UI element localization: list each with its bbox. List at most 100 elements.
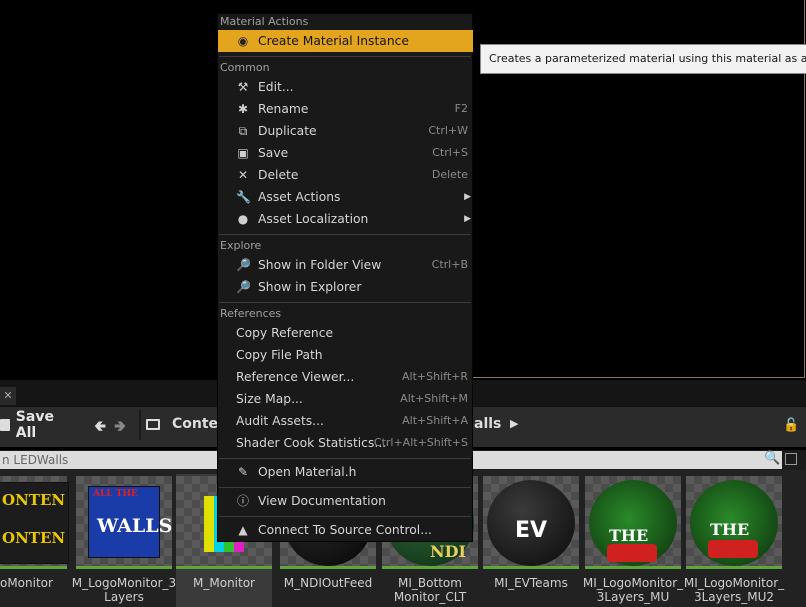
- asset-thumbnail: THE: [686, 476, 782, 566]
- menu-separator: [219, 458, 471, 459]
- shortcut-label: Ctrl+W: [428, 124, 468, 137]
- menu-item-show-in-explorer[interactable]: 🔎 Show in Explorer: [218, 276, 472, 298]
- asset-type-bar: [176, 566, 272, 569]
- menu-item-label: Audit Assets...: [236, 414, 324, 428]
- asset-type-bar: [483, 566, 579, 569]
- breadcrumb-arrow-icon[interactable]: ▶: [510, 417, 518, 430]
- menu-item-save[interactable]: ▣ Save Ctrl+S: [218, 142, 472, 164]
- asset-preview: ONTEN ONTEN: [0, 482, 69, 564]
- menu-item-label: Shader Cook Statistics...: [236, 436, 387, 450]
- shortcut-label: Ctrl+Alt+Shift+S: [373, 436, 468, 449]
- forward-arrow-icon[interactable]: 🢂: [114, 416, 126, 441]
- asset-type-bar: [0, 566, 67, 569]
- menu-item-reference-viewer[interactable]: Reference Viewer... Alt+Shift+R: [218, 366, 472, 388]
- menu-item-duplicate[interactable]: ⧉ Duplicate Ctrl+W: [218, 120, 472, 142]
- section-header-material-actions: Material Actions: [220, 15, 309, 28]
- save-icon: [0, 419, 10, 431]
- menu-item-shader-cook-statistics[interactable]: Shader Cook Statistics... Ctrl+Alt+Shift…: [218, 432, 472, 454]
- wrench-icon: 🔧: [236, 190, 251, 204]
- menu-item-label: Asset Actions: [258, 190, 341, 204]
- help-icon: ⓘ: [236, 494, 249, 508]
- shortcut-label: Delete: [431, 168, 468, 181]
- asset-name: MI_EVTeams: [494, 576, 568, 590]
- shortcut-label: Ctrl+S: [432, 146, 468, 159]
- menu-separator: [219, 234, 471, 235]
- tooltip: Creates a parameterized material using t…: [480, 44, 806, 74]
- asset-type-bar: [280, 566, 376, 569]
- tab-close-button[interactable]: ✕: [0, 387, 16, 405]
- submenu-arrow-icon: ▶: [464, 192, 471, 202]
- asset-tile[interactable]: ONTEN ONTEN ogoMonitor: [0, 474, 69, 607]
- rename-icon: ✱: [237, 102, 249, 116]
- asset-type-bar: [686, 566, 782, 569]
- menu-item-label: Reference Viewer...: [236, 370, 355, 384]
- save-search-icon[interactable]: [785, 453, 797, 465]
- menu-item-label: Connect To Source Control...: [258, 523, 432, 537]
- menu-item-view-documentation[interactable]: ⓘ View Documentation: [218, 490, 472, 512]
- menu-item-open-material-h[interactable]: ✎ Open Material.h: [218, 461, 472, 483]
- menu-item-size-map[interactable]: Size Map... Alt+Shift+M: [218, 388, 472, 410]
- menu-separator: [219, 56, 471, 57]
- submenu-arrow-icon: ▶: [464, 214, 471, 224]
- save-all-label: Save All: [15, 409, 54, 441]
- section-header-references: References: [220, 307, 282, 320]
- search-icon[interactable]: 🔍: [764, 451, 780, 466]
- asset-type-bar: [585, 566, 681, 569]
- asset-thumbnail: EV: [483, 476, 579, 566]
- menu-item-label: View Documentation: [258, 494, 386, 508]
- menu-item-label: Open Material.h: [258, 465, 357, 479]
- shortcut-label: Alt+Shift+M: [400, 392, 468, 405]
- asset-type-bar: [382, 566, 478, 569]
- menu-item-label: Asset Localization: [258, 212, 369, 226]
- asset-preview: EV: [487, 480, 575, 566]
- asset-name: MI_LogoMonitor_ 3Layers_MU: [582, 576, 684, 604]
- menu-item-show-in-folder-view[interactable]: 🔎 Show in Folder View Ctrl+B: [218, 254, 472, 276]
- folder-icon[interactable]: [146, 419, 160, 430]
- menu-item-label: Save: [258, 146, 289, 160]
- menu-item-audit-assets[interactable]: Audit Assets... Alt+Shift+A: [218, 410, 472, 432]
- menu-item-create-material-instance[interactable]: ◉ Create Material Instance: [218, 30, 473, 52]
- menu-item-label: Create Material Instance: [258, 34, 409, 48]
- breadcrumb-ledwalls[interactable]: alls: [474, 416, 501, 432]
- menu-item-connect-source-control[interactable]: ▲ Connect To Source Control...: [218, 519, 472, 541]
- shortcut-label: Alt+Shift+A: [402, 414, 468, 427]
- duplicate-icon: ⧉: [238, 124, 248, 138]
- asset-name: M_NDIOutFeed: [283, 576, 373, 590]
- menu-item-delete[interactable]: ✕ Delete Delete: [218, 164, 472, 186]
- lock-icon[interactable]: 🔓: [783, 418, 799, 433]
- asset-tile[interactable]: EV MI_EVTeams: [483, 474, 579, 607]
- menu-item-asset-actions[interactable]: 🔧 Asset Actions ▶: [218, 186, 472, 208]
- menu-separator: [219, 516, 471, 517]
- edit-hammer-icon: ⚒: [237, 80, 249, 94]
- asset-type-bar: [76, 566, 172, 569]
- menu-item-label: Show in Folder View: [258, 258, 382, 272]
- section-header-explore: Explore: [220, 239, 262, 252]
- asset-thumbnail: THE: [585, 476, 681, 566]
- menu-item-asset-localization[interactable]: ● Asset Localization ▶: [218, 208, 472, 230]
- toolbar-divider: [139, 410, 141, 440]
- menu-item-label: Rename: [258, 102, 309, 116]
- shortcut-label: F2: [454, 102, 468, 115]
- menu-item-label: Duplicate: [258, 124, 317, 138]
- shortcut-label: Ctrl+B: [431, 258, 468, 271]
- asset-preview: THE: [589, 480, 677, 566]
- globe-icon: ●: [237, 212, 249, 226]
- asset-name: MI_Bottom Monitor_CLT: [393, 576, 467, 604]
- asset-tile[interactable]: ALL THE WALLS M_LogoMonitor_3 Layers: [72, 474, 176, 607]
- asset-tile[interactable]: THE MI_LogoMonitor_ 3Layers_MU: [583, 474, 683, 607]
- menu-item-label: Delete: [258, 168, 299, 182]
- menu-item-copy-file-path[interactable]: Copy File Path: [218, 344, 472, 366]
- material-instance-icon: ◉: [237, 34, 249, 48]
- back-arrow-icon[interactable]: 🢀: [94, 416, 106, 441]
- magnifier-folder-icon: 🔎: [236, 258, 251, 272]
- menu-item-rename[interactable]: ✱ Rename F2: [218, 98, 472, 120]
- menu-item-label: Copy Reference: [236, 326, 334, 340]
- menu-separator: [219, 487, 471, 488]
- source-control-icon: ▲: [238, 523, 248, 537]
- asset-thumbnail: ONTEN ONTEN: [0, 476, 69, 566]
- menu-item-edit[interactable]: ⚒ Edit...: [218, 76, 472, 98]
- asset-tile[interactable]: THE MI_LogoMonitor_ 3Layers_MU2: [684, 474, 784, 607]
- save-all-button[interactable]: Save All: [0, 409, 78, 441]
- menu-item-label: Size Map...: [236, 392, 303, 406]
- menu-item-copy-reference[interactable]: Copy Reference: [218, 322, 472, 344]
